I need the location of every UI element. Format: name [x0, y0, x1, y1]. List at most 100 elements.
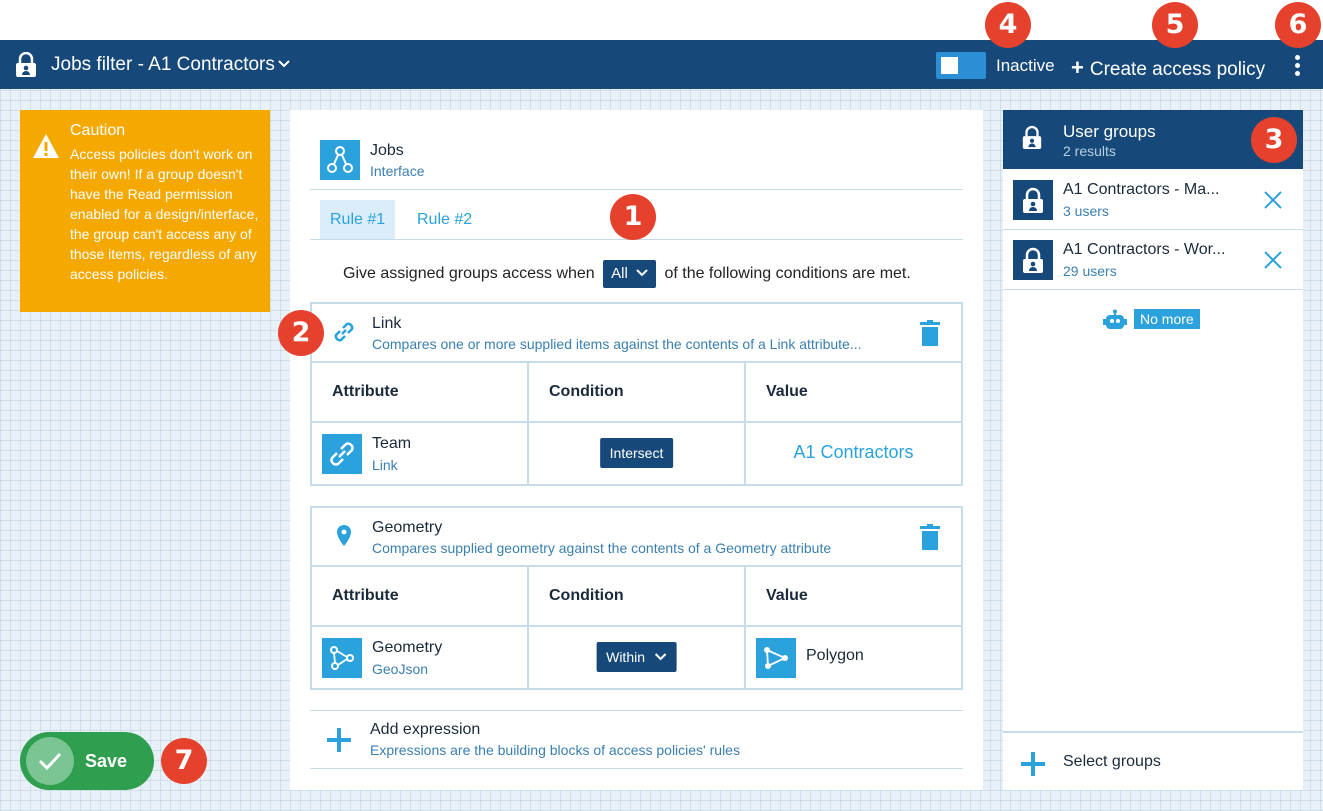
expression-header: Geometry Compares supplied geometry agai… [312, 508, 961, 567]
add-expression-description: Expressions are the building blocks of a… [370, 742, 740, 758]
tab-rule-1[interactable]: Rule #1 [320, 200, 396, 239]
create-access-policy-label: Create access policy [1089, 59, 1266, 80]
attribute-name: Geometry [372, 639, 443, 656]
expression-table-header: Attribute Condition Value [312, 363, 961, 423]
column-header-attribute: Attribute [312, 363, 529, 421]
active-toggle[interactable] [936, 52, 986, 79]
condition-cell: Intersect [529, 423, 746, 484]
interface-type: Interface [370, 163, 425, 179]
condition-intersect-button[interactable]: Intersect [599, 438, 674, 468]
match-mode-value: All [611, 265, 628, 282]
annotation-badge-2: 2 [278, 310, 324, 356]
group-name: A1 Contractors - Wor... [1063, 241, 1226, 258]
link-icon [334, 322, 354, 342]
status-label: Inactive [996, 56, 1055, 75]
save-button[interactable]: Save [20, 732, 154, 790]
trash-icon[interactable] [919, 320, 941, 346]
attribute-type: GeoJson [372, 661, 429, 677]
network-icon [327, 146, 353, 173]
geometry-icon [322, 638, 362, 678]
more-options-icon[interactable] [1289, 53, 1305, 77]
plus-icon[interactable] [326, 727, 352, 753]
value-cell[interactable]: Polygon [746, 627, 961, 688]
list-item[interactable]: A1 Contractors - Ma... 3 users [1003, 170, 1303, 230]
remove-icon[interactable] [1263, 250, 1283, 270]
caution-text: Access policies don't work on their own!… [70, 146, 259, 282]
expression-name: Geometry [372, 519, 443, 536]
chevron-down-icon [636, 269, 648, 277]
divider [310, 189, 963, 190]
user-groups-title: User groups [1063, 122, 1156, 141]
attribute-cell[interactable]: Team Link [312, 423, 529, 484]
top-spacer [0, 0, 1323, 40]
value-link[interactable]: A1 Contractors [746, 442, 961, 463]
expression-name: Link [372, 315, 402, 332]
condition-cell: Within [529, 627, 746, 688]
attribute-type: Link [372, 457, 398, 473]
robot-icon [1103, 309, 1127, 329]
group-name: A1 Contractors - Ma... [1063, 181, 1220, 198]
polygon-icon [756, 638, 796, 678]
annotation-badge-6: 6 [1275, 2, 1321, 48]
value-name: Polygon [806, 647, 864, 664]
annotation-badge-3: 3 [1251, 117, 1297, 163]
column-header-condition: Condition [529, 363, 746, 421]
list-item[interactable]: A1 Contractors - Wor... 29 users [1003, 230, 1303, 290]
plus-icon [1021, 752, 1045, 776]
create-access-policy-button[interactable]: + Create access policy [1071, 55, 1265, 81]
condition-value: Within [606, 649, 646, 665]
annotation-badge-4: 4 [985, 2, 1031, 48]
annotation-badge-5: 5 [1152, 2, 1198, 48]
page-title[interactable]: Jobs filter - A1 Contractors [51, 54, 275, 76]
plus-icon: + [1071, 55, 1084, 80]
column-header-condition: Condition [529, 567, 746, 625]
expression-link: Link Compares one or more supplied items… [310, 302, 963, 486]
add-expression-button[interactable]: Add expression [370, 721, 480, 739]
expression-geometry: Geometry Compares supplied geometry agai… [310, 506, 963, 690]
select-groups-button[interactable]: Select groups [1003, 731, 1303, 790]
warning-icon [33, 134, 59, 158]
lock-icon [16, 52, 36, 77]
remove-icon[interactable] [1263, 190, 1283, 210]
group-user-count: 3 users [1063, 203, 1109, 219]
interface-name: Jobs [370, 142, 404, 159]
column-header-value: Value [766, 383, 808, 400]
chevron-down-icon [655, 653, 667, 661]
save-label: Save [85, 751, 128, 771]
caution-title: Caution [70, 122, 126, 139]
no-more-label: No more [1134, 309, 1200, 329]
annotation-badge-1: 1 [610, 194, 656, 240]
top-bar: Jobs filter - A1 Contractors Inactive + C… [0, 40, 1323, 89]
expression-description: Compares supplied geometry against the c… [372, 540, 832, 556]
caution-panel: Caution Access policies don't work on th… [20, 110, 270, 312]
expression-description: Compares one or more supplied items agai… [372, 336, 862, 352]
select-groups-label: Select groups [1063, 753, 1161, 770]
rule-editor-panel: Jobs Interface Rule #1 Rule #2 1 Give as… [278, 110, 983, 790]
divider [310, 768, 963, 769]
expression-table-header: Attribute Condition Value [312, 567, 961, 627]
table-row: Geometry GeoJson Within Polygon [312, 627, 961, 688]
trash-icon[interactable] [919, 524, 941, 550]
tab-rule-2[interactable]: Rule #2 [407, 200, 482, 239]
condition-prefix: Give assigned groups access when [343, 265, 595, 283]
condition-suffix: of the following conditions are met. [664, 265, 911, 283]
group-lock-icon [1013, 180, 1053, 220]
lock-icon [1022, 125, 1042, 149]
interface-icon [320, 140, 360, 180]
chevron-down-icon[interactable] [277, 57, 291, 71]
link-icon [322, 434, 362, 474]
attribute-cell[interactable]: Geometry GeoJson [312, 627, 529, 688]
group-user-count: 29 users [1063, 263, 1117, 279]
table-row: Team Link Intersect A1 Contractors [312, 423, 961, 484]
annotation-badge-7: 7 [161, 738, 207, 784]
group-lock-icon [1013, 240, 1053, 280]
condition-within-select[interactable]: Within [596, 642, 677, 672]
column-header-value: Value [766, 587, 808, 604]
user-groups-count: 2 results [1063, 143, 1116, 159]
check-icon [26, 737, 74, 785]
condition-sentence: Give assigned groups access when All of … [343, 260, 911, 288]
toggle-knob [941, 57, 958, 74]
expression-header: Link Compares one or more supplied items… [312, 304, 961, 363]
map-pin-icon [337, 525, 351, 546]
match-mode-select[interactable]: All [603, 260, 656, 288]
